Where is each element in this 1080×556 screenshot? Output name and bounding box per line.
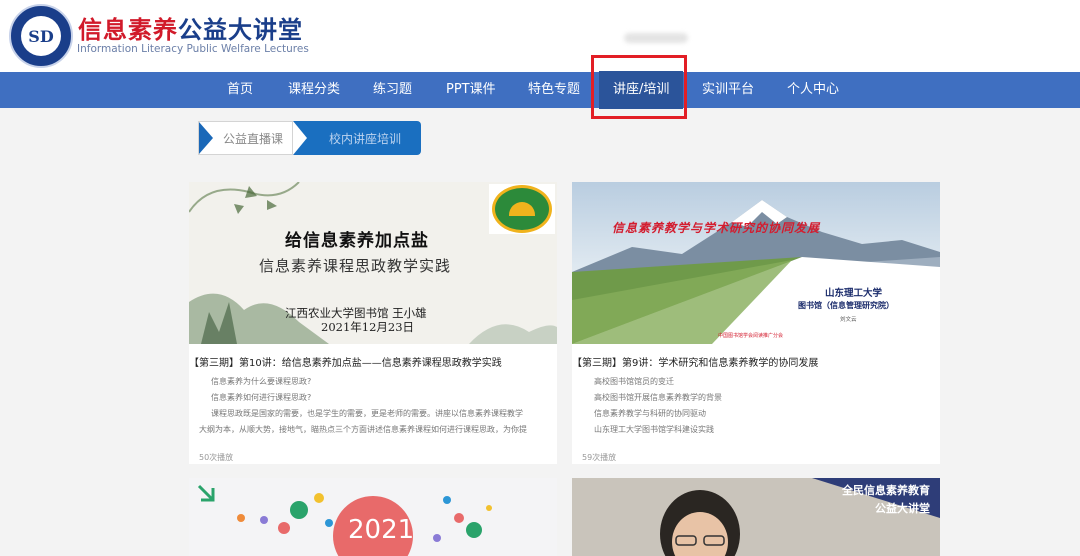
thumb-year: 2021 [348, 515, 415, 545]
chevron-right-icon [293, 121, 307, 155]
subtab-campus-lectures[interactable]: 校内讲座培训 [293, 121, 421, 155]
nav-item-ppt[interactable]: PPT课件 [446, 72, 496, 108]
thumb-title: 给信息素养加点盐 [285, 231, 429, 251]
nav-item-special-topics[interactable]: 特色专题 [528, 72, 580, 108]
circular-seal-logo[interactable]: SD [9, 4, 73, 68]
lecture-description: 课程思政既是国家的需要，也是学生的需要，更是老师的需要。讲座以信息素养课程教学 … [189, 406, 547, 438]
thumb-title: 信息素养教学与学术研究的协同发展 [612, 221, 821, 235]
thumb-date: 2021年12月23日 [321, 320, 415, 334]
lecture-card[interactable]: 信息素养教学与学术研究的协同发展 山东理工大学 图书馆（信息管理研究院） 刘文云… [572, 182, 940, 464]
lecture-thumbnail[interactable]: 信息素养教学与学术研究的协同发展 山东理工大学 图书馆（信息管理研究院） 刘文云… [572, 182, 940, 344]
lecture-card[interactable]: 全民信息素养教育 公益大讲堂 [572, 478, 940, 556]
lecture-outline-item: 山东理工大学图书馆学科建设实践 [594, 425, 714, 434]
highlight-annotation-box [591, 55, 687, 119]
subtab-label: 公益直播课 [223, 132, 284, 146]
site-title-part2: 公益大讲堂 [178, 16, 303, 44]
main-nav: 首页 课程分类 练习题 PPT课件 特色专题 讲座/培训 实训平台 个人中心 [0, 71, 1080, 109]
view-count: 50次播放 [199, 453, 234, 462]
subtab-public-live[interactable]: 公益直播课 [198, 121, 293, 155]
lecture-outline-item: 高校图书馆馆员的变迁 [594, 377, 674, 386]
university-logo [489, 184, 555, 234]
site-title-part1: 信息素养 [78, 16, 178, 44]
nav-item-training-platform[interactable]: 实训平台 [702, 72, 754, 108]
subtab-label: 校内讲座培训 [329, 132, 402, 146]
thumb-text-line1: 全民信息素养教育 [842, 484, 930, 497]
thumb-library: 图书馆（信息管理研究院） [798, 301, 894, 310]
lecture-thumbnail[interactable]: 给信息素养加点盐 信息素养课程思政教学实践 江西农业大学图书馆 王小雄 2021… [189, 182, 557, 344]
lecture-card[interactable]: 2021 [189, 478, 557, 556]
lecture-card[interactable]: 给信息素养加点盐 信息素养课程思政教学实践 江西农业大学图书馆 王小雄 2021… [189, 182, 557, 464]
blurred-user-info [624, 33, 688, 43]
description-line: 大纲为本，从顺大势，接地气，瞄热点三个方面讲述信息素养课程如何进行课程思政，为你… [199, 425, 527, 434]
site-header: SD 信息素养公益大讲堂 Information Literacy Public… [0, 0, 1080, 72]
mountain-art [572, 182, 940, 344]
description-line: 课程思政既是国家的需要，也是学生的需要，更是老师的需要。讲座以信息素养课程教学 [211, 409, 523, 418]
lecture-outline-item: 信息素养为什么要课程思政? [211, 377, 312, 386]
nav-item-home[interactable]: 首页 [227, 72, 253, 108]
thumb-text-line2: 公益大讲堂 [875, 502, 930, 515]
thumb-author: 刘文云 [840, 317, 857, 323]
chevron-right-icon [199, 122, 213, 154]
thumb-subtitle: 信息素养课程思政教学实践 [259, 257, 452, 275]
lecture-thumbnail[interactable]: 2021 [189, 478, 557, 556]
site-title[interactable]: 信息素养公益大讲堂 [78, 10, 303, 45]
site-subtitle: Information Literacy Public Welfare Lect… [77, 43, 309, 55]
lecture-title[interactable]: 【第三期】第10讲：给信息素养加点盐——信息素养课程思政教学实践 [189, 354, 557, 369]
lecture-title[interactable]: 【第三期】第9讲：学术研究和信息素养教学的协同发展 [572, 354, 940, 369]
nav-item-personal-center[interactable]: 个人中心 [787, 72, 839, 108]
nav-item-course-categories[interactable]: 课程分类 [288, 72, 340, 108]
lecture-outline-item: 高校图书馆开展信息素养教学的背景 [594, 393, 722, 402]
thumb-school: 山东理工大学 [825, 288, 883, 299]
lecture-outline-item: 信息素养教学与科研的协同驱动 [594, 409, 706, 418]
thumb-footer: 中国图书馆学会阅读推广分会 [718, 333, 784, 339]
lecture-thumbnail[interactable]: 全民信息素养教育 公益大讲堂 [572, 478, 940, 556]
logo-glyph: SD [21, 16, 61, 56]
view-count: 59次播放 [582, 453, 617, 462]
lecture-outline-item: 信息素养如何进行课程思政? [211, 393, 312, 402]
nav-item-exercises[interactable]: 练习题 [373, 72, 412, 108]
